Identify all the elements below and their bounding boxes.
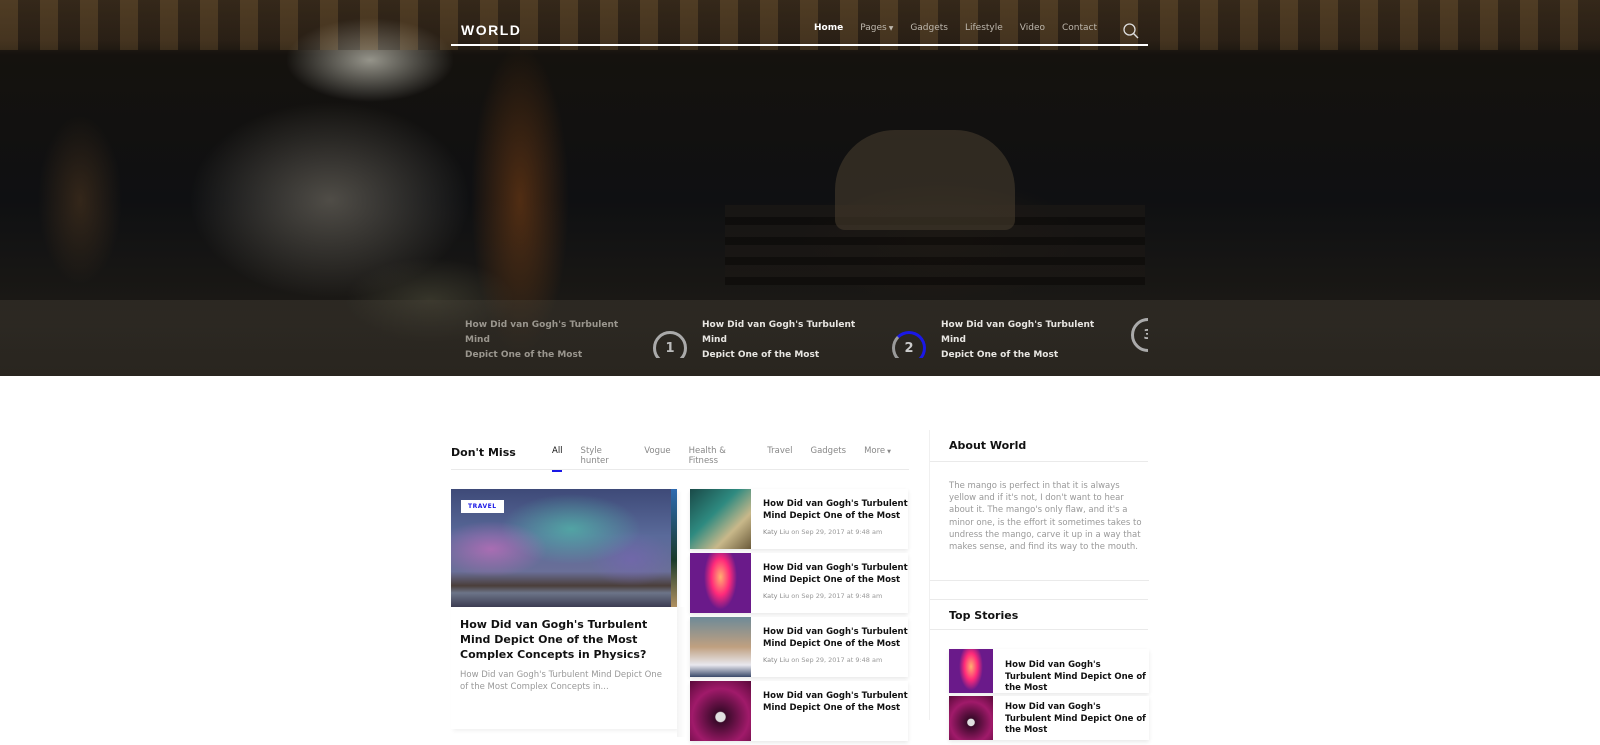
- meta-on: on: [791, 528, 800, 536]
- top-stories-title: Top Stories: [930, 599, 1148, 630]
- menu-item-pages[interactable]: Pages ▼: [860, 23, 893, 33]
- menu-item-lifestyle[interactable]: Lifestyle: [965, 23, 1003, 33]
- hero-slider: How Did van Gogh's Turbulent Mind Depict…: [465, 318, 1148, 358]
- tab-all[interactable]: All: [552, 446, 563, 472]
- list-item[interactable]: How Did van Gogh's Turbulent Mind Depict…: [690, 489, 908, 549]
- slide-title: How Did van Gogh's Turbulent Mind Depict…: [941, 318, 1101, 358]
- about-text: The mango is perfect in that it is alway…: [930, 462, 1149, 581]
- featured-excerpt: How Did van Gogh's Turbulent Mind Depict…: [460, 670, 662, 692]
- author-name[interactable]: Katy Liu: [763, 592, 789, 600]
- article-date: Sep 29, 2017 at 9:48 am: [801, 656, 883, 664]
- article-list: How Did van Gogh's Turbulent Mind Depict…: [690, 489, 908, 745]
- slide-title-line1: How Did van Gogh's Turbulent Mind: [941, 320, 1095, 345]
- tab-health-fitness[interactable]: Health & Fitness: [689, 446, 750, 466]
- slide-item[interactable]: How Did van Gogh's Turbulent Mind Depict…: [465, 318, 625, 358]
- caret-down-icon: ▼: [888, 25, 894, 32]
- slide-item-active[interactable]: 2 How Did van Gogh's Turbulent Mind Depi…: [892, 318, 1101, 358]
- list-item[interactable]: How Did van Gogh's Turbulent Mind Depict…: [690, 553, 908, 613]
- article-thumbnail[interactable]: [690, 617, 751, 677]
- main-menu: Home Pages ▼ Gadgets Lifestyle Video Cont…: [814, 23, 1114, 33]
- article-meta: Katy Liu on Sep 29, 2017 at 9:48 am: [763, 528, 908, 536]
- meta-on: on: [791, 656, 800, 664]
- article-title[interactable]: How Did van Gogh's Turbulent Mind Depict…: [763, 499, 908, 522]
- meta-on: on: [791, 592, 800, 600]
- article-date: Sep 29, 2017 at 9:48 am: [801, 592, 883, 600]
- about-title: About World: [930, 430, 1148, 462]
- author-name[interactable]: Katy Liu: [763, 656, 789, 664]
- menu-item-home[interactable]: Home: [814, 23, 843, 33]
- tab-style-hunter[interactable]: Style hunter: [581, 446, 627, 466]
- list-item[interactable]: How Did van Gogh's Turbulent Mind Depict…: [690, 617, 908, 677]
- tab-more[interactable]: More ▼: [864, 446, 891, 466]
- article-title[interactable]: How Did van Gogh's Turbulent Mind Depict…: [1005, 702, 1149, 737]
- site-logo[interactable]: WORLD: [461, 22, 521, 38]
- slide-number-circle[interactable]: 1: [653, 331, 687, 358]
- slide-title: How Did van Gogh's Turbulent Mind Depict…: [702, 318, 862, 358]
- next-slide-peek: [671, 489, 677, 607]
- caret-down-icon: ▼: [887, 449, 891, 455]
- featured-article[interactable]: TRAVEL How Did van Gogh's Turbulent Mind…: [451, 489, 677, 729]
- article-thumbnail[interactable]: [690, 489, 751, 549]
- dont-miss-header: Don't Miss All Style hunter Vogue Health…: [451, 430, 909, 472]
- slide-item[interactable]: 3: [1131, 318, 1148, 352]
- hero-banner: WORLD Home Pages ▼ Gadgets Lifestyle Vide…: [0, 0, 1600, 376]
- section-title: Don't Miss: [451, 446, 516, 459]
- slide-title-line1: How Did van Gogh's Turbulent Mind: [465, 320, 619, 345]
- article-meta: Katy Liu on Sep 29, 2017 at 9:48 am: [763, 592, 908, 600]
- category-badge[interactable]: TRAVEL: [461, 500, 504, 513]
- list-item[interactable]: How Did van Gogh's Turbulent Mind Depict…: [949, 649, 1149, 693]
- article-date: Sep 29, 2017 at 9:48 am: [801, 528, 883, 536]
- category-tabs: All Style hunter Vogue Health & Fitness …: [552, 446, 909, 472]
- slide-number-circle[interactable]: 3: [1131, 318, 1148, 352]
- list-item[interactable]: How Did van Gogh's Turbulent Mind Depict…: [690, 681, 908, 741]
- slide-title-line1: How Did van Gogh's Turbulent Mind: [702, 320, 856, 345]
- menu-item-video[interactable]: Video: [1020, 23, 1045, 33]
- article-title[interactable]: How Did van Gogh's Turbulent Mind Depict…: [763, 563, 908, 586]
- featured-title[interactable]: How Did van Gogh's Turbulent Mind Depict…: [451, 607, 677, 662]
- slide-number-circle-active[interactable]: 2: [892, 331, 926, 358]
- tab-travel[interactable]: Travel: [767, 446, 792, 466]
- column-shadow: [677, 607, 685, 737]
- article-thumbnail[interactable]: [949, 696, 993, 740]
- menu-item-gadgets[interactable]: Gadgets: [910, 23, 948, 33]
- slide-title: How Did van Gogh's Turbulent Mind Depict…: [465, 318, 625, 358]
- author-name[interactable]: Katy Liu: [763, 528, 789, 536]
- article-title[interactable]: How Did van Gogh's Turbulent Mind Depict…: [763, 627, 908, 650]
- menu-item-contact[interactable]: Contact: [1062, 23, 1097, 33]
- slide-title-line2: Depict One of the Most Complex: [465, 350, 583, 358]
- article-title[interactable]: How Did van Gogh's Turbulent Mind Depict…: [763, 691, 908, 714]
- slide-title-line2: Depict One of the Most Complex: [702, 350, 820, 358]
- slide-title-line2: Depict One of the Most Complex: [941, 350, 1059, 358]
- hero-background-couple: [835, 130, 1015, 230]
- article-thumbnail[interactable]: [690, 553, 751, 613]
- article-thumbnail[interactable]: [949, 649, 993, 693]
- slide-item[interactable]: 1 How Did van Gogh's Turbulent Mind Depi…: [653, 318, 862, 358]
- top-stories-list: How Did van Gogh's Turbulent Mind Depict…: [949, 649, 1149, 740]
- article-meta: Katy Liu on Sep 29, 2017 at 9:48 am: [763, 656, 908, 664]
- menu-item-pages-label: Pages: [860, 23, 887, 33]
- article-title[interactable]: How Did van Gogh's Turbulent Mind Depict…: [1005, 660, 1149, 695]
- tab-gadgets[interactable]: Gadgets: [810, 446, 846, 466]
- tab-vogue[interactable]: Vogue: [644, 446, 670, 466]
- sidebar: About World The mango is perfect in that…: [929, 430, 1149, 740]
- top-navbar: WORLD Home Pages ▼ Gadgets Lifestyle Vide…: [451, 0, 1148, 46]
- featured-image[interactable]: TRAVEL: [451, 489, 671, 607]
- search-icon[interactable]: [1123, 23, 1139, 39]
- list-item[interactable]: How Did van Gogh's Turbulent Mind Depict…: [949, 696, 1149, 740]
- tab-more-label: More: [864, 446, 886, 456]
- article-thumbnail[interactable]: [690, 681, 751, 741]
